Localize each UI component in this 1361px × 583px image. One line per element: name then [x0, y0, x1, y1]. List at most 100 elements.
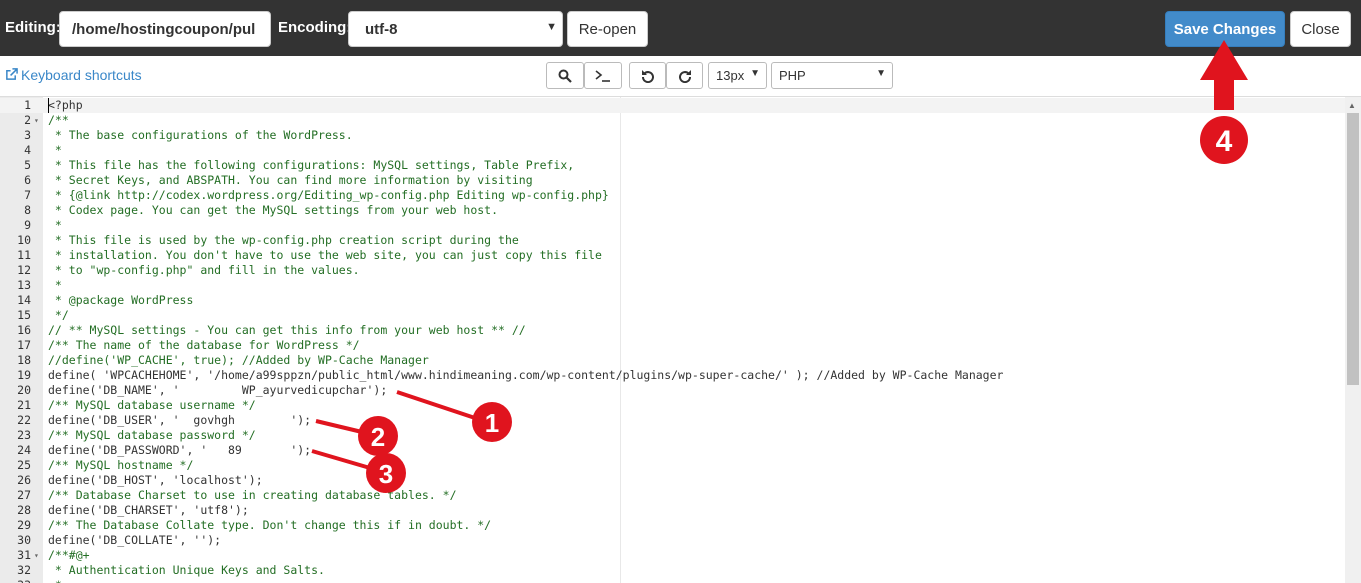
editor-header-bar: Editing: /home/hostingcoupon/pul Encodin… [0, 0, 1361, 56]
code-line[interactable]: 26 define('DB_HOST', 'localhost'); [0, 473, 1345, 488]
code-text: //define('WP_CACHE', true); //Added by W… [48, 353, 429, 367]
code-line[interactable]: 23 /** MySQL database password */ [0, 428, 1345, 443]
code-line[interactable]: 5 * This file has the following configur… [0, 158, 1345, 173]
code-line[interactable]: 28 define('DB_CHARSET', 'utf8'); [0, 503, 1345, 518]
line-number: 10 [17, 233, 31, 247]
code-line[interactable]: 31 ▾ /**#@+ [0, 548, 1345, 563]
fold-toggle-icon[interactable]: ▾ [34, 113, 39, 128]
line-number: 15 [17, 308, 31, 322]
encoding-value: utf-8 [365, 21, 398, 38]
code-line[interactable]: 9 * [0, 218, 1345, 233]
code-text: * [48, 143, 62, 157]
code-text: * {@link http://codex.wordpress.org/Edit… [48, 188, 609, 202]
code-text: * [48, 218, 62, 232]
code-editor[interactable]: 1 <?php 2 ▾/** 3 * The base configurations o… [0, 96, 1361, 583]
line-number: 30 [17, 533, 31, 547]
line-number: 33 [0, 578, 31, 583]
close-button[interactable]: Close [1290, 11, 1351, 47]
vertical-scrollbar[interactable]: ▲ [1345, 97, 1361, 583]
code-text: /** The name of the database for WordPre… [48, 338, 360, 352]
text-cursor [48, 98, 49, 113]
code-line[interactable]: 21 /** MySQL database username */ [0, 398, 1345, 413]
code-line[interactable]: 14 * @package WordPress [0, 293, 1345, 308]
code-line[interactable]: 12 * to "wp-config.php" and fill in the … [0, 263, 1345, 278]
code-line[interactable]: 33 * [0, 578, 1345, 583]
keyboard-shortcuts-link[interactable]: Keyboard shortcuts [5, 67, 142, 83]
code-line[interactable]: 29 /** The Database Collate type. Don't c… [0, 518, 1345, 533]
code-line[interactable]: 32 * Authentication Unique Keys and Salt… [0, 563, 1345, 578]
code-text: /** MySQL hostname */ [48, 458, 194, 472]
line-number: 8 [24, 203, 31, 217]
code-line[interactable]: 20 define('DB_NAME', ' WP_ayurvedicupchar… [0, 383, 1345, 398]
code-line[interactable]: 7 * {@link http://codex.wordpress.org/Ed… [0, 188, 1345, 203]
line-number: 3 [24, 128, 31, 142]
goto-line-button[interactable] [584, 62, 622, 89]
line-number: 7 [24, 188, 31, 202]
fold-toggle-icon[interactable]: ▾ [34, 548, 39, 563]
code-line[interactable]: 8 * Codex page. You can get the MySQL se… [0, 203, 1345, 218]
line-number: 1 [24, 98, 31, 112]
code-line[interactable]: 19 define( 'WPCACHEHOME', '/home/a99sppzn… [0, 368, 1345, 383]
chevron-down-icon: ▼ [876, 68, 886, 79]
code-line[interactable]: 25 /** MySQL hostname */ [0, 458, 1345, 473]
search-icon [558, 69, 572, 83]
undo-button[interactable] [629, 62, 666, 89]
line-number: 26 [17, 473, 31, 487]
encoding-select[interactable]: utf-8 ▼ [348, 11, 563, 47]
code-line[interactable]: 22 define('DB_USER', ' govhgh '); [0, 413, 1345, 428]
search-button[interactable] [546, 62, 584, 89]
save-changes-button[interactable]: Save Changes [1165, 11, 1285, 47]
code-line[interactable]: 1 <?php [0, 98, 1345, 113]
code-line[interactable]: 13 * [0, 278, 1345, 293]
terminal-icon [595, 69, 610, 82]
chevron-down-icon: ▼ [750, 68, 760, 79]
code-line[interactable]: 24 define('DB_PASSWORD', ' 89 '); [0, 443, 1345, 458]
redo-button[interactable] [666, 62, 703, 89]
code-line[interactable]: 30 define('DB_COLLATE', ''); [0, 533, 1345, 548]
external-link-icon [6, 68, 18, 80]
code-line[interactable]: 10 * This file is used by the wp-config.… [0, 233, 1345, 248]
code-text: /**#@+ [48, 548, 90, 562]
code-text: * Authentication Unique Keys and Salts. [48, 563, 325, 577]
line-number: 29 [17, 518, 31, 532]
line-number: 2 [24, 113, 31, 127]
code-line[interactable]: 16 // ** MySQL settings - You can get thi… [0, 323, 1345, 338]
line-number: 27 [17, 488, 31, 502]
code-line[interactable]: 18 //define('WP_CACHE', true); //Added by… [0, 353, 1345, 368]
scrollbar-thumb[interactable] [1347, 113, 1359, 385]
line-number: 18 [17, 353, 31, 367]
code-line[interactable]: 3 * The base configurations of the WordP… [0, 128, 1345, 143]
code-text: /** The Database Collate type. Don't cha… [48, 518, 492, 532]
code-text: define('DB_PASSWORD', ' 89 '); [48, 443, 312, 457]
code-line[interactable]: 11 * installation. You don't have to use… [0, 248, 1345, 263]
line-number: 31 [17, 548, 31, 562]
reopen-button[interactable]: Re-open [567, 11, 648, 47]
code-line[interactable]: 15 */ [0, 308, 1345, 323]
chevron-down-icon: ▼ [546, 21, 557, 33]
code-line[interactable]: 2 ▾ /** [0, 113, 1345, 128]
code-line[interactable]: 17 /** The name of the database for WordP… [0, 338, 1345, 353]
line-number: 4 [24, 143, 31, 157]
code-text: * installation. You don't have to use th… [48, 248, 602, 262]
scroll-up-icon[interactable]: ▲ [1348, 101, 1356, 110]
code-line[interactable]: 27 /** Database Charset to use in creatin… [0, 488, 1345, 503]
language-mode-select[interactable]: PHP ▼ [771, 62, 893, 89]
code-text: define('DB_COLLATE', ''); [48, 533, 222, 547]
code-line[interactable]: 4 * [0, 143, 1345, 158]
code-text: * @package WordPress [48, 293, 194, 307]
line-number: 6 [24, 173, 31, 187]
code-line[interactable]: 6 * Secret Keys, and ABSPATH. You can fi… [0, 173, 1345, 188]
code-text: /** MySQL database password */ [48, 428, 256, 442]
font-size-select[interactable]: 13px ▼ [708, 62, 767, 89]
code-text: * [48, 278, 62, 292]
code-text: * [48, 578, 62, 583]
file-path-field[interactable]: /home/hostingcoupon/pul [59, 11, 271, 47]
code-text: define('DB_USER', ' govhgh '); [48, 413, 312, 427]
code-text: * Codex page. You can get the MySQL sett… [48, 203, 499, 217]
font-size-value: 13px [716, 68, 745, 83]
line-number: 16 [17, 323, 31, 337]
code-text: */ [48, 308, 69, 322]
redo-icon [678, 69, 691, 83]
line-number: 14 [17, 293, 31, 307]
line-number: 17 [17, 338, 31, 352]
